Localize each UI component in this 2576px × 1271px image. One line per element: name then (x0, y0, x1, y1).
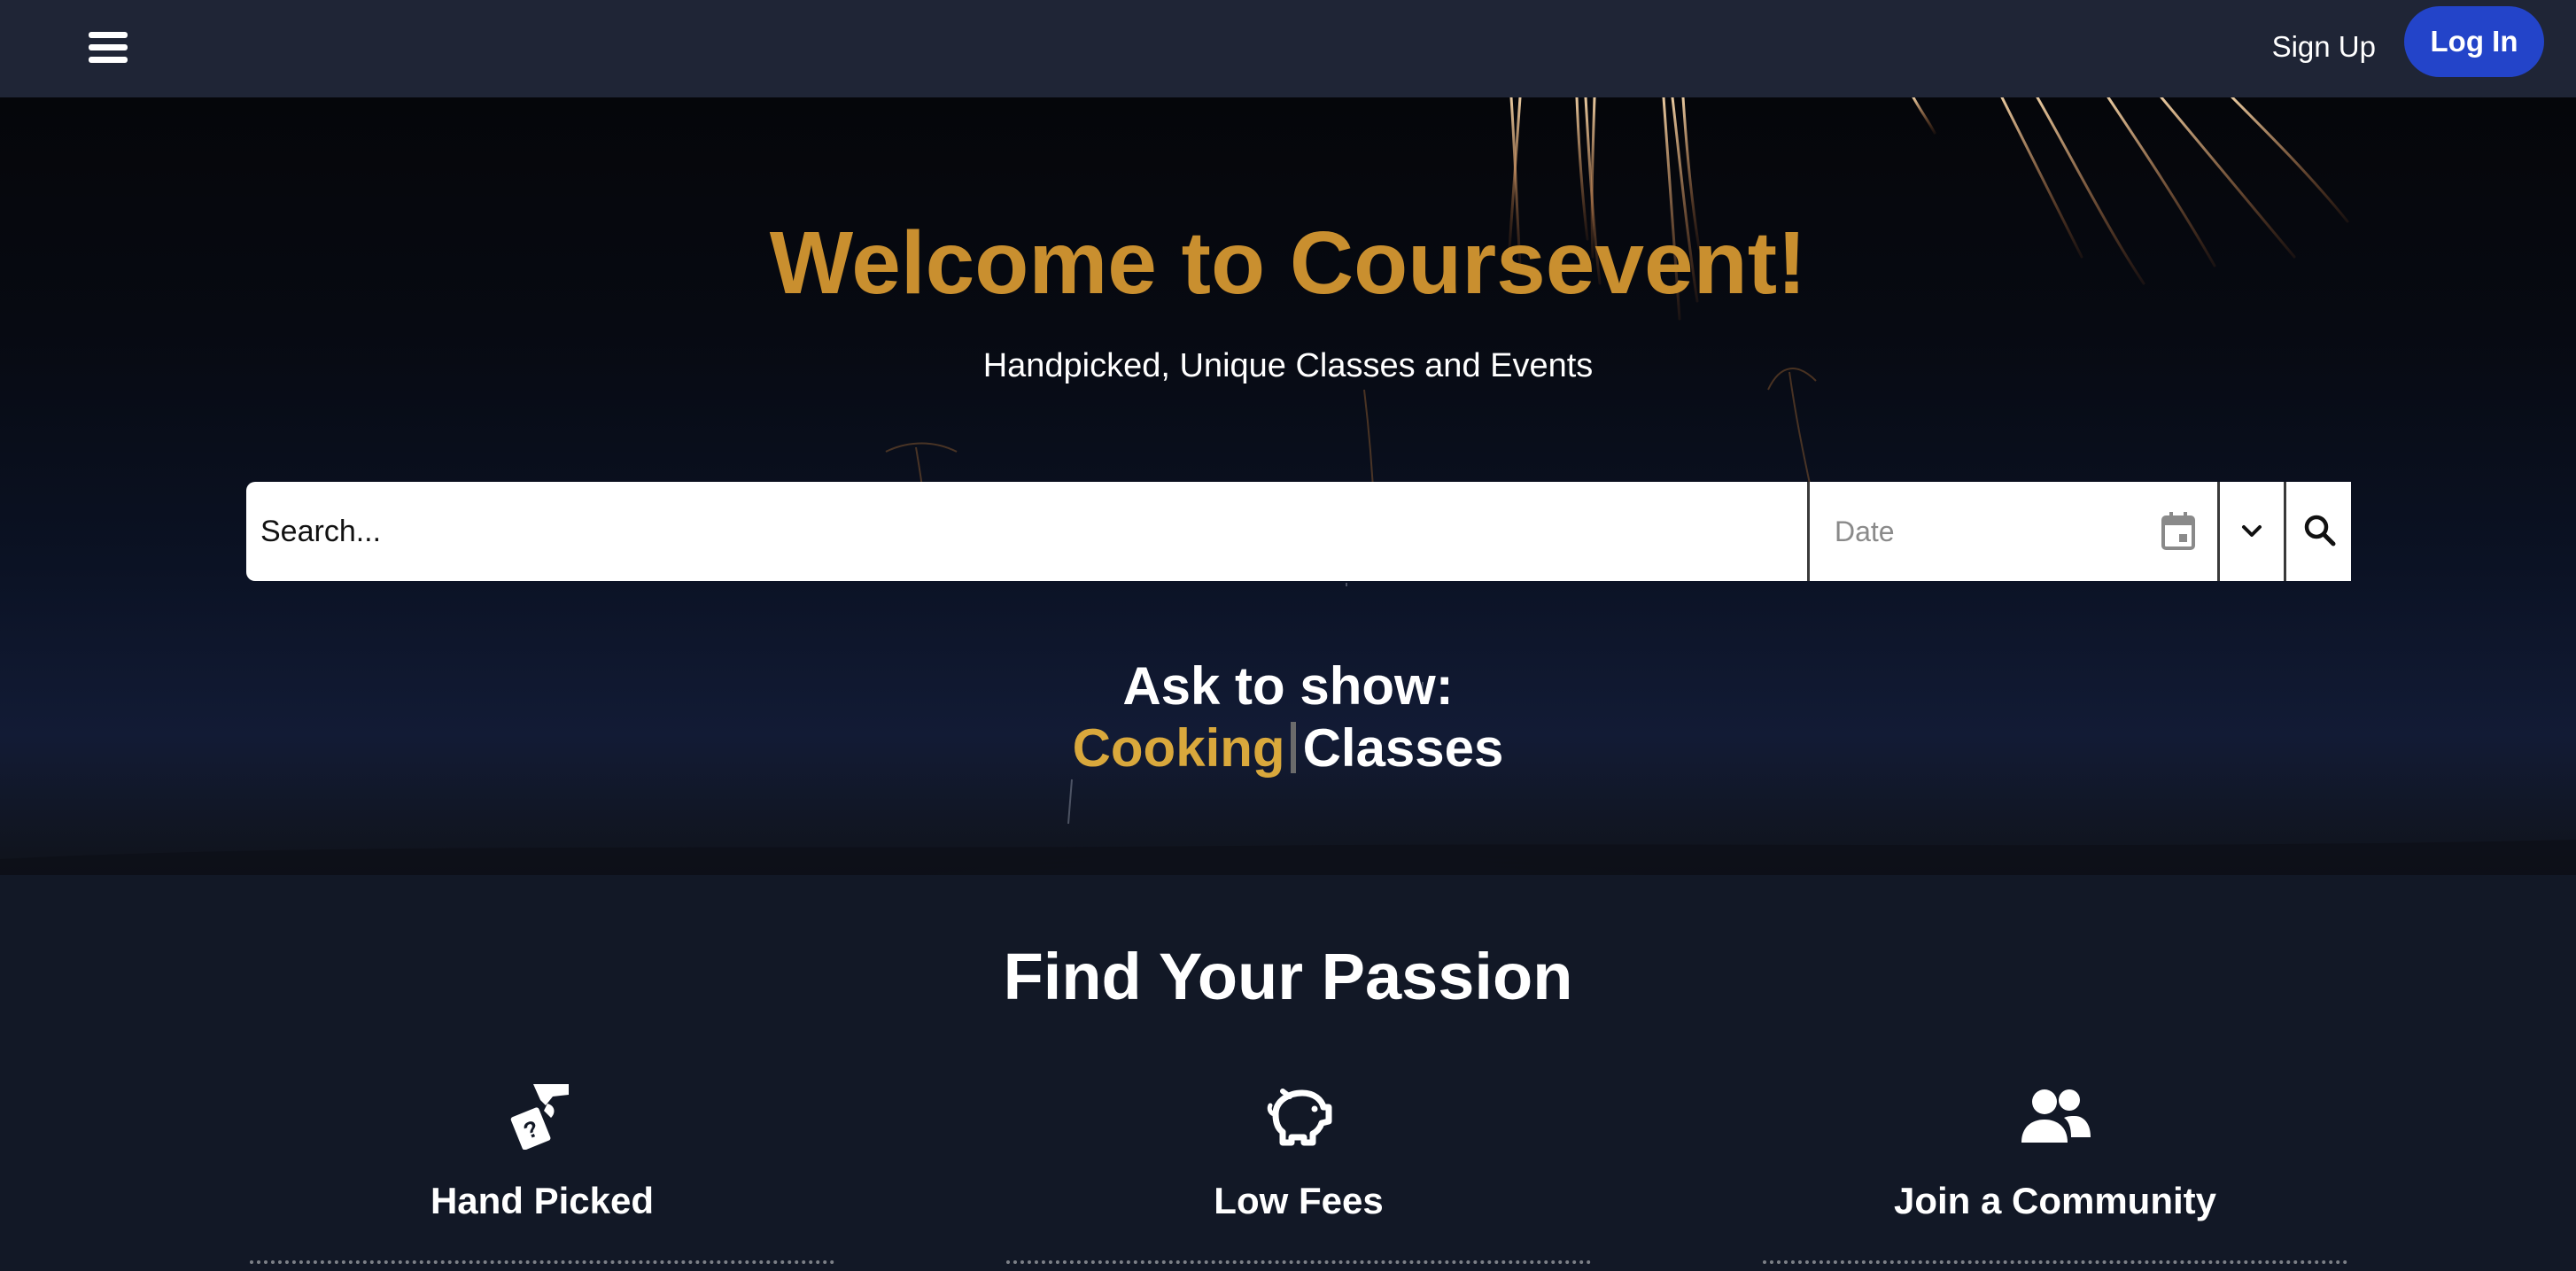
date-placeholder: Date (1835, 515, 1895, 547)
feature-description-clipped (1763, 1260, 2347, 1271)
log-in-button[interactable]: Log In (2404, 6, 2544, 77)
search-button[interactable] (2286, 482, 2351, 581)
date-dropdown-button[interactable] (2220, 482, 2284, 581)
typing-caret (1290, 722, 1296, 773)
ask-to-show-label: Ask to show: (1122, 656, 1454, 716)
feature-description-clipped (1006, 1260, 1591, 1271)
hero-subtitle: Handpicked, Unique Classes and Events (982, 347, 1594, 384)
feature-hand-picked: ? Hand Picked (232, 1079, 852, 1264)
feature-title: Hand Picked (430, 1180, 655, 1221)
chevron-down-icon (2242, 525, 2262, 537)
feature-description-clipped (250, 1260, 834, 1271)
users-icon (2021, 1089, 2091, 1143)
rotating-keyword: Cooking (1072, 718, 1285, 778)
hamburger-menu-icon[interactable] (89, 28, 131, 67)
feature-title: Join a Community (1893, 1180, 2217, 1221)
search-input[interactable] (246, 482, 1807, 581)
date-field[interactable]: Date (1810, 482, 2217, 581)
hero-title: Welcome to Coursevent! (769, 213, 1807, 313)
feature-low-fees: Low Fees (989, 1079, 1609, 1264)
rotating-suffix: Classes (1302, 718, 1504, 778)
feature-join-community: Join a Community (1745, 1079, 2365, 1264)
sign-up-link[interactable]: Sign Up (2272, 25, 2376, 69)
top-nav: Sign Up Log In (0, 0, 2576, 98)
features-section: Find Your Passion ? Hand Picked Low Fees (0, 875, 2576, 1265)
hero-banner: Welcome to Coursevent! Handpicked, Uniqu… (0, 97, 2576, 875)
ask-to-show-rotating-text: Cooking Classes (0, 717, 2576, 779)
calendar-icon (2161, 512, 2195, 550)
piggy-bank-icon (1267, 1089, 1332, 1146)
feature-title: Low Fees (1214, 1180, 1384, 1221)
search-icon (2304, 515, 2336, 546)
features-title: Find Your Passion (1003, 940, 1573, 1013)
hand-holding-ticket-icon: ? (510, 1084, 569, 1150)
search-bar: Date (246, 482, 2351, 581)
